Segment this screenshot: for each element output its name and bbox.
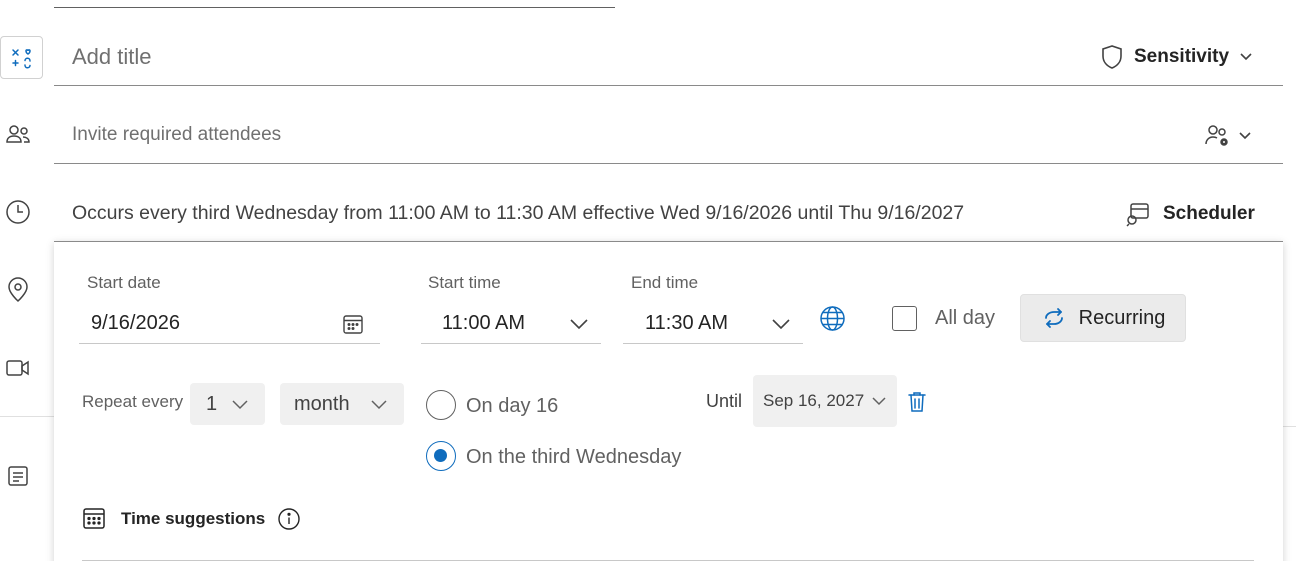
info-icon[interactable]: [277, 507, 301, 531]
title-input[interactable]: Add title: [72, 44, 152, 70]
sensitivity-button[interactable]: Sensitivity: [1100, 42, 1253, 72]
people-icon: [4, 120, 32, 148]
recurring-label: Recurring: [1078, 306, 1166, 329]
chevron-down-icon: [871, 396, 887, 406]
repeat-unit-value: month: [294, 392, 350, 415]
start-time-select[interactable]: 11:00 AM: [421, 304, 601, 344]
recurrence-summary[interactable]: Occurs every third Wednesday from 11:00 …: [72, 202, 964, 225]
rail-divider: [0, 416, 54, 417]
repeat-unit-select[interactable]: month: [280, 383, 404, 425]
sensitivity-label: Sensitivity: [1134, 46, 1230, 67]
chevron-down-icon: [1238, 131, 1252, 141]
notes-icon: [4, 462, 32, 490]
on-day-radio[interactable]: [426, 390, 456, 420]
attendees-input[interactable]: Invite required attendees: [72, 124, 281, 146]
scheduler-icon: [1125, 201, 1151, 227]
top-divider: [54, 7, 615, 8]
start-time-value: 11:00 AM: [442, 312, 526, 334]
time-suggestions-label: Time suggestions: [121, 509, 266, 528]
on-day-label: On day 16: [466, 395, 559, 417]
attendees-underline: [54, 163, 1283, 164]
scheduler-label: Scheduler: [1163, 203, 1255, 224]
location-icon: [4, 276, 32, 304]
calendar-icon[interactable]: [342, 313, 364, 335]
chevron-down-icon: [771, 318, 791, 330]
people-settings-icon: [1204, 123, 1232, 149]
until-date-value: Sep 16, 2027: [763, 391, 865, 410]
attendee-options-button[interactable]: [1204, 121, 1252, 151]
clock-icon: [4, 198, 32, 226]
repeat-icon: [1041, 306, 1067, 330]
repeat-interval-select[interactable]: 1: [190, 383, 265, 425]
end-time-label: End time: [631, 273, 699, 292]
repeat-every-label: Repeat every: [82, 392, 184, 411]
title-underline: [54, 85, 1283, 86]
chevron-down-icon: [569, 318, 589, 330]
repeat-interval-value: 1: [206, 392, 218, 415]
all-day-checkbox[interactable]: [892, 306, 917, 331]
apps-icon[interactable]: [0, 36, 43, 79]
start-time-label: Start time: [428, 273, 501, 292]
time-suggestions-icon: [82, 506, 106, 530]
on-weekday-radio[interactable]: [426, 441, 456, 471]
all-day-label: All day: [935, 307, 996, 329]
scheduler-button[interactable]: Scheduler: [1125, 199, 1255, 229]
start-date-value: 9/16/2026: [91, 312, 180, 334]
chevron-down-icon: [231, 399, 249, 410]
chevron-down-icon: [370, 399, 388, 410]
start-date-label: Start date: [87, 273, 161, 292]
right-divider: [1283, 426, 1296, 427]
until-date-select[interactable]: Sep 16, 2027: [753, 375, 897, 427]
shield-icon: [1100, 44, 1124, 70]
chevron-down-icon: [1239, 52, 1253, 62]
video-icon: [4, 354, 32, 382]
recurring-button[interactable]: Recurring: [1020, 294, 1186, 342]
delete-icon[interactable]: [906, 390, 928, 414]
end-time-select[interactable]: 11:30 AM: [623, 304, 803, 344]
until-label: Until: [706, 391, 743, 411]
on-weekday-label: On the third Wednesday: [466, 446, 682, 468]
globe-icon[interactable]: [819, 305, 846, 332]
end-time-value: 11:30 AM: [645, 312, 729, 334]
start-date-field[interactable]: 9/16/2026: [79, 304, 380, 344]
